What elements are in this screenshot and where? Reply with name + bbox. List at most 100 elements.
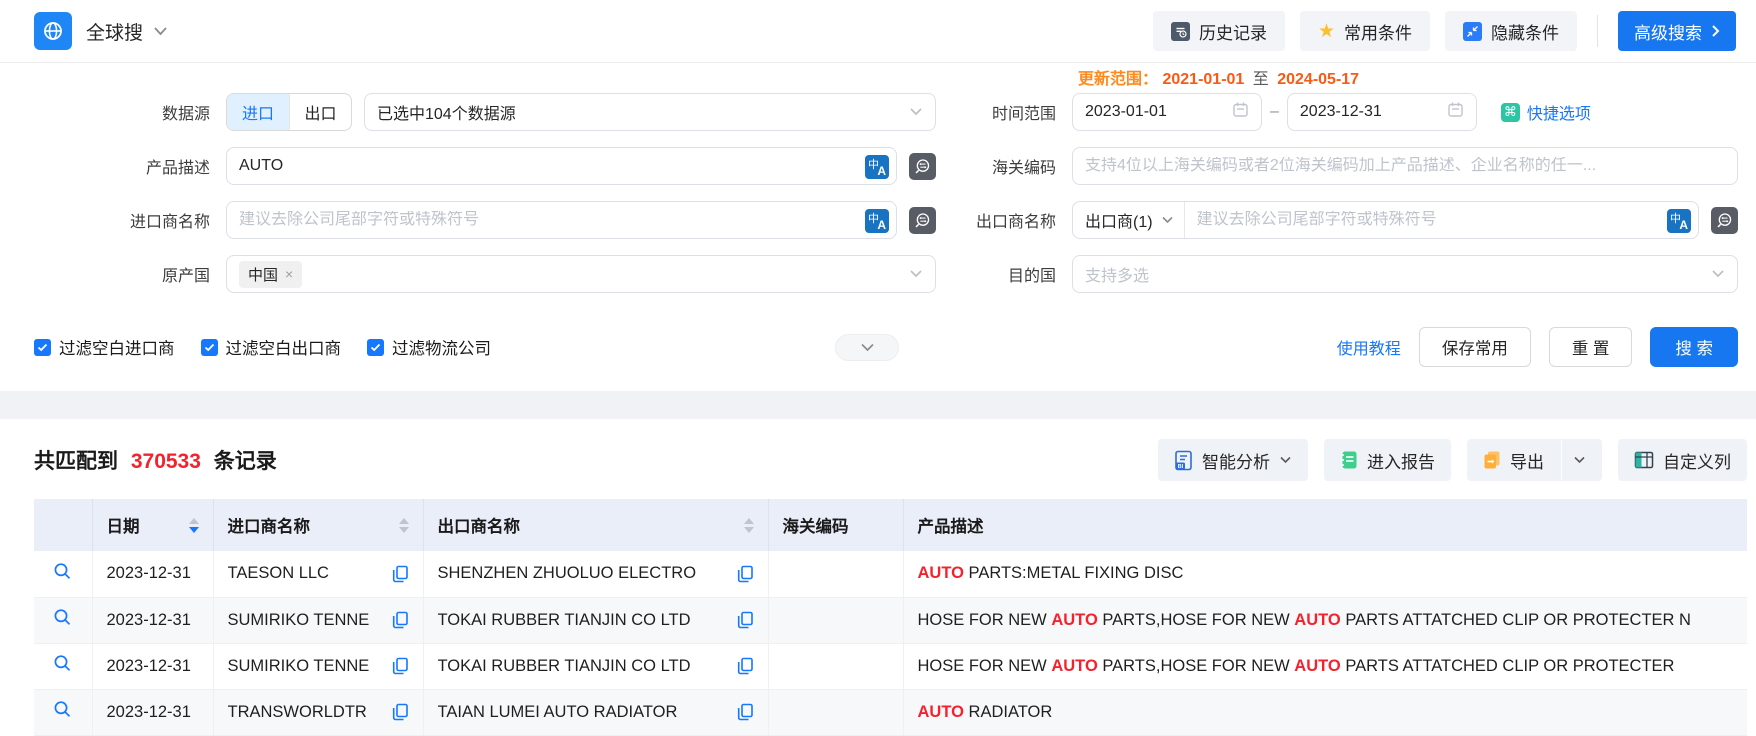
- exporter-column-header[interactable]: 出口商名称: [423, 499, 769, 551]
- section-divider: [0, 391, 1756, 419]
- data-source-select[interactable]: 已选中104个数据源: [364, 93, 936, 131]
- product-desc-cell: HOSE FOR NEW AUTO PARTS,HOSE FOR NEW AUT…: [903, 643, 1747, 690]
- hs-code-cell: [768, 643, 904, 690]
- sort-icons[interactable]: [743, 517, 754, 533]
- tutorial-link[interactable]: 使用教程: [1337, 335, 1401, 359]
- magnifier-icon[interactable]: [53, 654, 72, 673]
- history-icon: [1170, 21, 1190, 41]
- fuzzy-match-icon[interactable]: [909, 206, 936, 234]
- results-panel: 共匹配到 370533 条记录 BI 智能分析 进入报告 导出 自定义列 日期 …: [0, 419, 1756, 736]
- update-range-start: 2021-01-01: [1162, 71, 1245, 88]
- checkbox-checked-icon: [367, 338, 384, 356]
- hs-code-input[interactable]: [1085, 157, 1725, 175]
- remove-tag-icon[interactable]: ×: [285, 266, 293, 282]
- importer-column-header[interactable]: 进口商名称: [213, 499, 424, 551]
- translate-zh-en-icon[interactable]: 中A: [865, 155, 889, 179]
- copy-icon[interactable]: [392, 657, 409, 675]
- importer-label: 进口商名称: [129, 214, 210, 231]
- hs-code-cell: [768, 551, 904, 598]
- hs-code-cell: [768, 597, 904, 644]
- origin-country-select[interactable]: 中国 ×: [226, 255, 936, 293]
- copy-icon[interactable]: [737, 657, 754, 675]
- collapse-form-button[interactable]: [835, 333, 899, 361]
- chevron-down-icon: [1711, 265, 1725, 283]
- smart-analysis-label: 智能分析: [1202, 452, 1270, 472]
- chevron-down-icon: [860, 343, 874, 351]
- translate-zh-en-icon[interactable]: 中A: [865, 209, 889, 233]
- exporter-input[interactable]: [1184, 211, 1698, 229]
- history-button[interactable]: 历史记录: [1152, 11, 1285, 51]
- notebook-icon: [1341, 451, 1357, 469]
- copy-icon[interactable]: [737, 611, 754, 629]
- end-date-picker[interactable]: 2023-12-31: [1286, 93, 1477, 131]
- chevron-down-icon: [909, 103, 923, 121]
- copy-icon[interactable]: [737, 565, 754, 583]
- search-button[interactable]: 搜 索: [1650, 327, 1738, 367]
- results-summary-suffix: 条记录: [213, 450, 277, 473]
- row-detail-cell: [34, 597, 93, 644]
- date-cell: 2023-12-31: [92, 551, 214, 598]
- row-detail-cell: [34, 689, 93, 736]
- favorite-conditions-button[interactable]: ★ 常用条件: [1299, 11, 1430, 51]
- sort-icons[interactable]: [398, 517, 409, 533]
- start-date-picker[interactable]: 2023-01-01: [1072, 93, 1262, 131]
- exporter-type-select[interactable]: 出口商(1): [1073, 202, 1185, 238]
- copy-icon[interactable]: [392, 565, 409, 583]
- hs-code-label: 海关编码: [991, 160, 1056, 177]
- destination-country-select[interactable]: 支持多选: [1072, 255, 1738, 293]
- update-range-end: 2024-05-17: [1277, 71, 1360, 88]
- product-desc-input[interactable]: [239, 157, 884, 175]
- save-common-button[interactable]: 保存常用: [1418, 327, 1531, 367]
- copy-icon[interactable]: [737, 703, 754, 721]
- date-cell: 2023-12-31: [92, 643, 214, 690]
- filter-blank-exporter-checkbox[interactable]: 过滤空白出口商: [200, 335, 342, 359]
- destination-placeholder: 支持多选: [1085, 268, 1150, 285]
- exporter-cell: TOKAI RUBBER TIANJIN CO LTD: [423, 643, 769, 690]
- row-detail-cell: [34, 551, 93, 598]
- import-tab[interactable]: 进口: [227, 94, 289, 130]
- magnifier-icon[interactable]: [53, 562, 72, 581]
- app-switch-chevron-down-icon[interactable]: [153, 26, 168, 36]
- filter-blank-importer-checkbox[interactable]: 过滤空白进口商: [34, 335, 175, 359]
- copy-icon[interactable]: [392, 703, 409, 721]
- topbar-divider: [1597, 15, 1598, 47]
- results-table: 日期 进口商名称 出口商名称 海关编码 产品描述 2023-12-31 TAES…: [34, 499, 1747, 736]
- product-desc-cell: AUTO RADIATOR: [903, 689, 1747, 736]
- importer-cell: SUMIRIKO TENNE: [213, 643, 424, 690]
- row-action-column-header: [34, 499, 93, 551]
- reset-button[interactable]: 重 置: [1548, 327, 1633, 367]
- importer-input[interactable]: [239, 211, 884, 229]
- custom-columns-button[interactable]: 自定义列: [1618, 439, 1747, 481]
- export-tab[interactable]: 出口: [289, 94, 351, 130]
- table-row: 2023-12-31 TAESON LLC SHENZHEN ZHUOLUO E…: [34, 551, 1747, 598]
- origin-country-chip: 中国 ×: [239, 260, 303, 288]
- fuzzy-match-icon[interactable]: [1711, 206, 1738, 234]
- sort-icons[interactable]: [188, 517, 199, 533]
- translate-zh-en-icon[interactable]: 中A: [1667, 209, 1691, 233]
- exporter-label: 出口商名称: [975, 214, 1056, 231]
- smart-analysis-button[interactable]: BI 智能分析: [1158, 439, 1308, 481]
- product-desc-label: 产品描述: [145, 160, 210, 177]
- advanced-search-button[interactable]: 高级搜索: [1618, 11, 1736, 51]
- export-label: 导出: [1510, 452, 1544, 472]
- bi-document-icon: BI: [1175, 450, 1192, 470]
- magnifier-icon[interactable]: [53, 700, 72, 719]
- filter-label: 过滤空白出口商: [225, 340, 342, 358]
- table-header-row: 日期 进口商名称 出口商名称 海关编码 产品描述: [34, 499, 1747, 551]
- fuzzy-match-icon[interactable]: [909, 152, 936, 180]
- hide-conditions-button[interactable]: 隐藏条件: [1445, 11, 1577, 51]
- export-button[interactable]: 导出: [1467, 439, 1602, 481]
- filter-logistics-checkbox[interactable]: 过滤物流公司: [367, 335, 491, 359]
- quick-options-link[interactable]: ⌘ 快捷选项: [1500, 100, 1591, 124]
- copy-icon[interactable]: [392, 611, 409, 629]
- enter-report-button[interactable]: 进入报告: [1324, 439, 1451, 481]
- trade-direction-toggle: 进口 出口: [226, 93, 352, 131]
- origin-country-label: 原产国: [161, 268, 210, 285]
- date-column-header[interactable]: 日期: [92, 499, 214, 551]
- update-range-label: 更新范围：: [1078, 71, 1159, 88]
- svg-text:BI: BI: [1178, 464, 1184, 470]
- product-desc-cell: HOSE FOR NEW AUTO PARTS,HOSE FOR NEW AUT…: [903, 597, 1747, 644]
- magnifier-icon[interactable]: [53, 608, 72, 627]
- history-button-label: 历史记录: [1198, 23, 1267, 43]
- filter-label: 过滤空白进口商: [59, 340, 175, 358]
